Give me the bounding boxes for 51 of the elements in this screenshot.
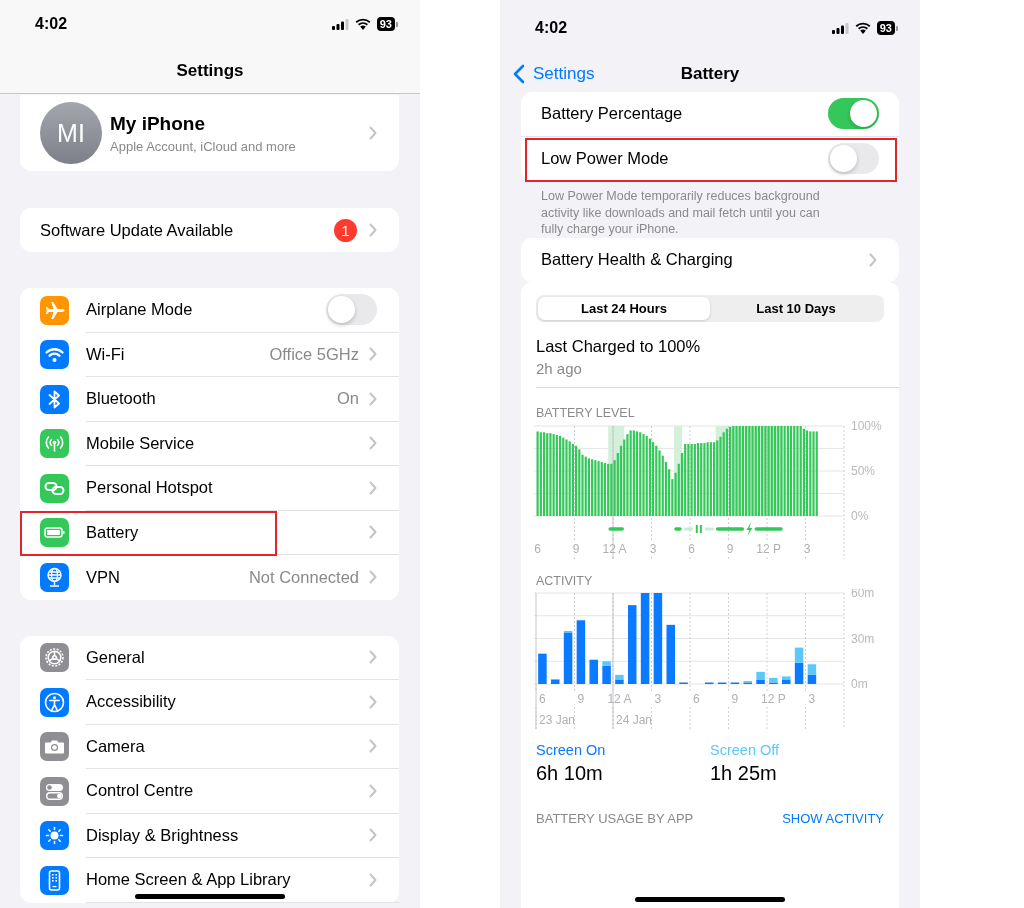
update-label: Software Update Available — [40, 220, 235, 240]
setting-label: Battery Health & Charging — [541, 250, 734, 269]
notification-badge: 1 — [334, 218, 357, 242]
axis-label: 3 — [803, 541, 811, 556]
clock-time: 4:02 — [535, 19, 568, 37]
setting-value: Office 5GHz — [269, 344, 359, 364]
axis-label: 3 — [808, 691, 816, 706]
axis-label: 60m — [851, 588, 875, 600]
axis-label: 6 — [534, 541, 541, 556]
axis-label: 0% — [851, 508, 869, 523]
section-heading: BATTERY LEVEL — [536, 404, 636, 421]
last-charged-time: 2h ago — [536, 358, 583, 379]
axis-label: 3 — [654, 691, 662, 706]
setting-label: Low Power Mode — [541, 149, 670, 169]
axis-label: 12 A — [607, 691, 632, 706]
section-heading: BATTERY USAGE BY APP — [536, 810, 694, 827]
axis-label: 6 — [688, 541, 695, 556]
legend-label: Screen Off — [710, 740, 781, 759]
setting-value: Not Connected — [248, 567, 359, 587]
profile-name: My iPhone — [110, 112, 206, 135]
section-heading: ACTIVITY — [536, 572, 594, 589]
profile-subtitle: Apple Account, iCloud and more — [110, 138, 297, 154]
screen-title: Settings — [176, 60, 244, 81]
battery-indicator: 93 — [876, 21, 898, 35]
battery-indicator: 93 — [376, 17, 398, 31]
axis-label: 30m — [851, 631, 875, 645]
axis-label: 3 — [649, 541, 657, 556]
avatar: MI — [40, 102, 102, 164]
setting-label: Battery Percentage — [541, 104, 684, 124]
screen-title: Battery — [680, 64, 740, 84]
total-time: 6h 10m — [536, 760, 604, 785]
axis-label: 100% — [851, 420, 882, 433]
date-label: 24 Jan — [616, 712, 653, 727]
axis-label: 50% — [851, 463, 876, 478]
axis-label: 9 — [572, 541, 580, 556]
last-charged-text: Last Charged to 100% — [536, 335, 702, 356]
clock-time: 4:02 — [35, 15, 68, 33]
axis-label: 9 — [731, 691, 739, 706]
total-time: 1h 25m — [710, 760, 778, 785]
legend-label: Screen On — [536, 740, 607, 759]
setting-value: On — [337, 389, 359, 409]
axis-label: 9 — [726, 541, 734, 556]
axis-label: 6 — [539, 691, 546, 706]
date-label: 23 Jan — [539, 712, 576, 727]
footnote-text: Low Power Mode temporarily reduces background activity like downloads and mail fetch until you can fully charge your iPhone. — [540, 188, 821, 238]
axis-label: 12 A — [602, 541, 627, 556]
axis-label: 0m — [851, 676, 868, 691]
axis-label: 9 — [577, 691, 585, 706]
axis-label: 6 — [693, 691, 700, 706]
axis-label: 12 P — [756, 541, 781, 556]
axis-label: 12 P — [761, 691, 786, 706]
